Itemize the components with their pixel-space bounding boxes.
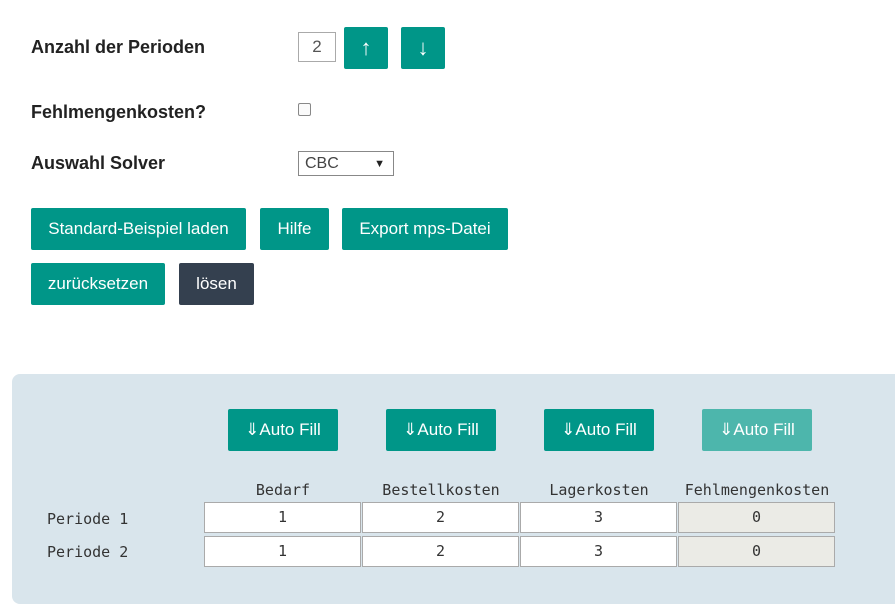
column-header-order-costs: Bestellkosten <box>382 481 500 499</box>
cell-period-1-shortage-costs: 0 <box>678 502 835 533</box>
shortage-costs-checkbox[interactable] <box>298 103 311 116</box>
reset-button[interactable]: zurücksetzen <box>31 263 165 305</box>
cell-period-1-storage-costs[interactable]: 3 <box>520 502 677 533</box>
caret-down-icon: ▼ <box>374 157 385 170</box>
arrow-down-icon: ↓ <box>417 35 429 60</box>
decrement-periods-button[interactable]: ↓ <box>401 27 445 69</box>
autofill-demand-button[interactable]: ⇓Auto Fill <box>228 409 338 451</box>
column-header-storage-costs: Lagerkosten <box>549 481 649 499</box>
autofill-shortage-costs-button[interactable]: ⇓Auto Fill <box>702 409 812 451</box>
row-label-period-1: Periode 1 <box>47 510 129 528</box>
row-label-period-2: Periode 2 <box>47 543 129 561</box>
autofill-order-costs-button[interactable]: ⇓Auto Fill <box>386 409 496 451</box>
shortage-costs-label: Fehlmengenkosten? <box>31 102 207 122</box>
cell-period-2-shortage-costs: 0 <box>678 536 835 567</box>
solver-selected-value: CBC <box>305 154 339 172</box>
increment-periods-button[interactable]: ↑ <box>344 27 388 69</box>
solver-label: Auswahl Solver <box>31 153 166 173</box>
cell-period-1-demand[interactable]: 1 <box>204 502 361 533</box>
column-header-demand: Bedarf <box>255 481 311 499</box>
solver-select[interactable]: CBC ▼ <box>298 151 394 176</box>
cell-period-2-demand[interactable]: 1 <box>204 536 361 567</box>
solve-button[interactable]: lösen <box>179 263 254 305</box>
help-button[interactable]: Hilfe <box>260 208 329 250</box>
cell-period-2-order-costs[interactable]: 2 <box>362 536 519 567</box>
periods-input[interactable]: 2 <box>298 32 336 62</box>
cell-period-1-order-costs[interactable]: 2 <box>362 502 519 533</box>
periods-label: Anzahl der Perioden <box>31 37 206 57</box>
arrow-up-icon: ↑ <box>360 35 372 60</box>
cell-period-2-storage-costs[interactable]: 3 <box>520 536 677 567</box>
load-example-button[interactable]: Standard-Beispiel laden <box>31 208 246 250</box>
export-mps-button[interactable]: Export mps-Datei <box>342 208 508 250</box>
autofill-storage-costs-button[interactable]: ⇓Auto Fill <box>544 409 654 451</box>
column-header-shortage-costs: Fehlmengenkosten <box>684 481 830 499</box>
